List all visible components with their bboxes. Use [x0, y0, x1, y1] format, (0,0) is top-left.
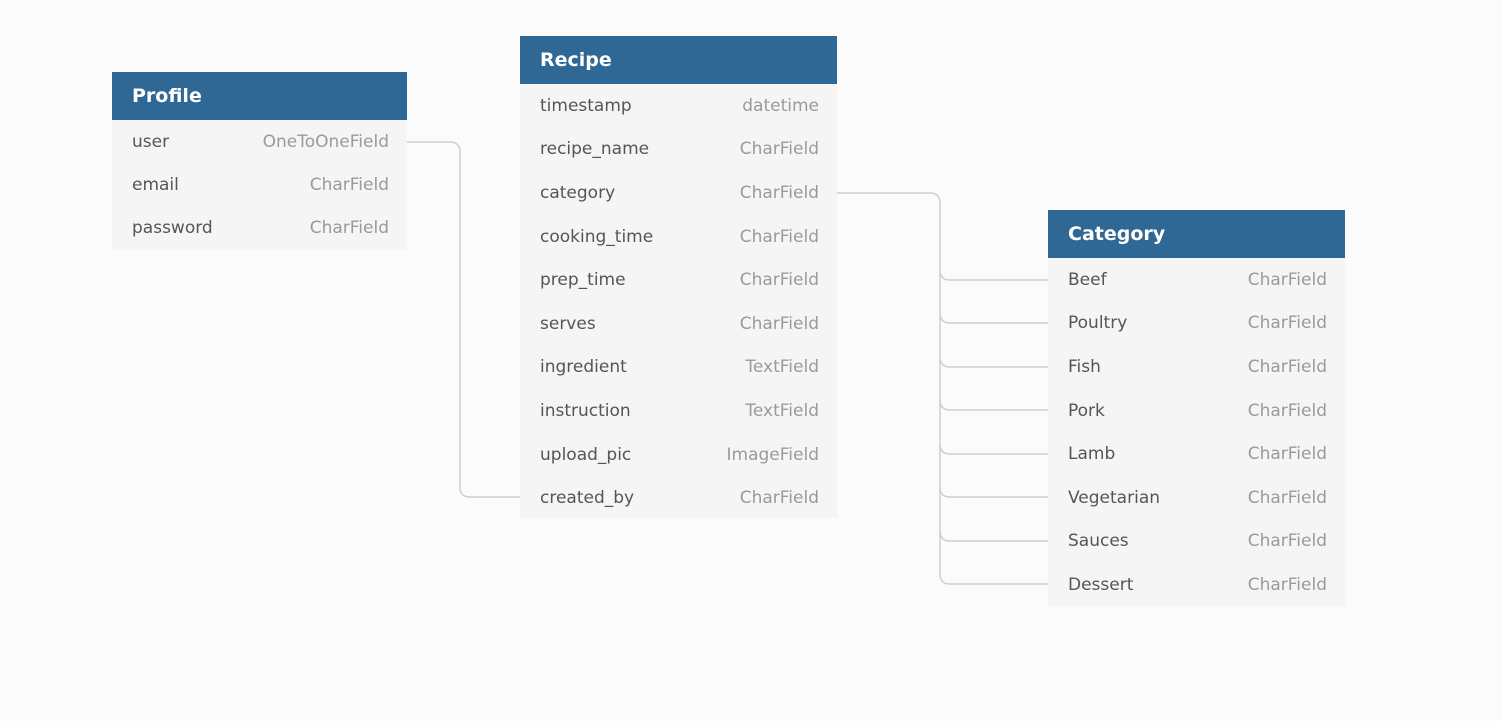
field-type: CharField [1247, 444, 1327, 465]
field-name: created_by [540, 488, 635, 509]
field-name: Fish [1068, 356, 1101, 377]
field-name: upload_pic [540, 444, 632, 465]
field-row[interactable]: prep_time CharField [520, 258, 837, 302]
field-name: password [132, 218, 213, 239]
field-row[interactable]: password CharField [112, 207, 407, 250]
field-type: CharField [1247, 356, 1327, 377]
field-type: CharField [739, 182, 819, 203]
field-type: CharField [1247, 574, 1327, 595]
field-type: CharField [739, 270, 819, 291]
table-header[interactable]: Profile [112, 72, 407, 120]
field-row[interactable]: recipe_name CharField [520, 128, 837, 172]
field-row[interactable]: Lamb CharField [1048, 432, 1345, 476]
connector-category-trunk [837, 192, 1048, 585]
connector-category-sauces [939, 530, 1048, 542]
field-type: CharField [739, 226, 819, 247]
field-type: CharField [1247, 400, 1327, 421]
field-row[interactable]: instruction TextField [520, 389, 837, 433]
table-header[interactable]: Recipe [520, 36, 837, 84]
field-type: CharField [739, 139, 819, 160]
field-name: recipe_name [540, 139, 650, 160]
recipe-table[interactable]: Recipe timestamp datetime recipe_name Ch… [520, 36, 837, 518]
field-row[interactable]: Vegetarian CharField [1048, 476, 1345, 520]
field-name: user [132, 131, 170, 152]
field-row[interactable]: email CharField [112, 163, 407, 206]
field-row[interactable]: timestamp datetime [520, 84, 837, 128]
connector-category-lamb [939, 443, 1048, 455]
field-row[interactable]: Beef CharField [1048, 258, 1345, 302]
field-row[interactable]: category CharField [520, 171, 837, 215]
field-type: CharField [739, 313, 819, 334]
connector-category-fish [939, 356, 1048, 368]
field-name: instruction [540, 400, 631, 421]
field-name: Lamb [1068, 444, 1116, 465]
field-type: CharField [1247, 531, 1327, 552]
field-row[interactable]: cooking_time CharField [520, 215, 837, 259]
field-row[interactable]: user OneToOneField [112, 120, 407, 163]
connector-category-vegetarian [939, 486, 1048, 498]
field-row[interactable]: Sauces CharField [1048, 520, 1345, 564]
field-row[interactable]: upload_pic ImageField [520, 433, 837, 477]
field-row[interactable]: Fish CharField [1048, 345, 1345, 389]
field-name: category [540, 182, 616, 203]
field-type: datetime [742, 95, 819, 116]
diagram-canvas: Profile user OneToOneField email CharFie… [0, 0, 1501, 721]
field-name: serves [540, 313, 596, 334]
field-row[interactable]: Pork CharField [1048, 389, 1345, 433]
connector-category-poultry [939, 312, 1048, 324]
field-type: ImageField [726, 444, 819, 465]
field-row[interactable]: created_by CharField [520, 476, 837, 520]
field-type: TextField [745, 357, 819, 378]
connector-category-pork [939, 399, 1048, 411]
field-row[interactable]: Dessert CharField [1048, 563, 1345, 607]
connector-category-beef [939, 269, 1048, 281]
field-name: email [132, 174, 179, 195]
field-name: Sauces [1068, 531, 1129, 552]
table-header[interactable]: Category [1048, 210, 1345, 258]
field-row[interactable]: ingredient TextField [520, 346, 837, 390]
field-name: Poultry [1068, 313, 1128, 334]
field-name: cooking_time [540, 226, 654, 247]
field-row[interactable]: serves CharField [520, 302, 837, 346]
field-name: Pork [1068, 400, 1105, 421]
field-name: Vegetarian [1068, 487, 1161, 508]
field-name: ingredient [540, 357, 627, 378]
field-type: CharField [1247, 487, 1327, 508]
field-row[interactable]: Poultry CharField [1048, 302, 1345, 346]
field-name: prep_time [540, 270, 626, 291]
category-table[interactable]: Category Beef CharField Poultry CharFiel… [1048, 210, 1345, 606]
field-type: CharField [739, 488, 819, 509]
connector-user-created-by [407, 141, 520, 498]
profile-table[interactable]: Profile user OneToOneField email CharFie… [112, 72, 407, 250]
field-type: CharField [1247, 269, 1327, 290]
field-name: timestamp [540, 95, 632, 116]
field-type: CharField [1247, 313, 1327, 334]
field-type: CharField [309, 174, 389, 195]
field-type: OneToOneField [262, 131, 389, 152]
field-name: Beef [1068, 269, 1107, 290]
field-type: CharField [309, 218, 389, 239]
field-type: TextField [745, 400, 819, 421]
field-name: Dessert [1068, 574, 1134, 595]
